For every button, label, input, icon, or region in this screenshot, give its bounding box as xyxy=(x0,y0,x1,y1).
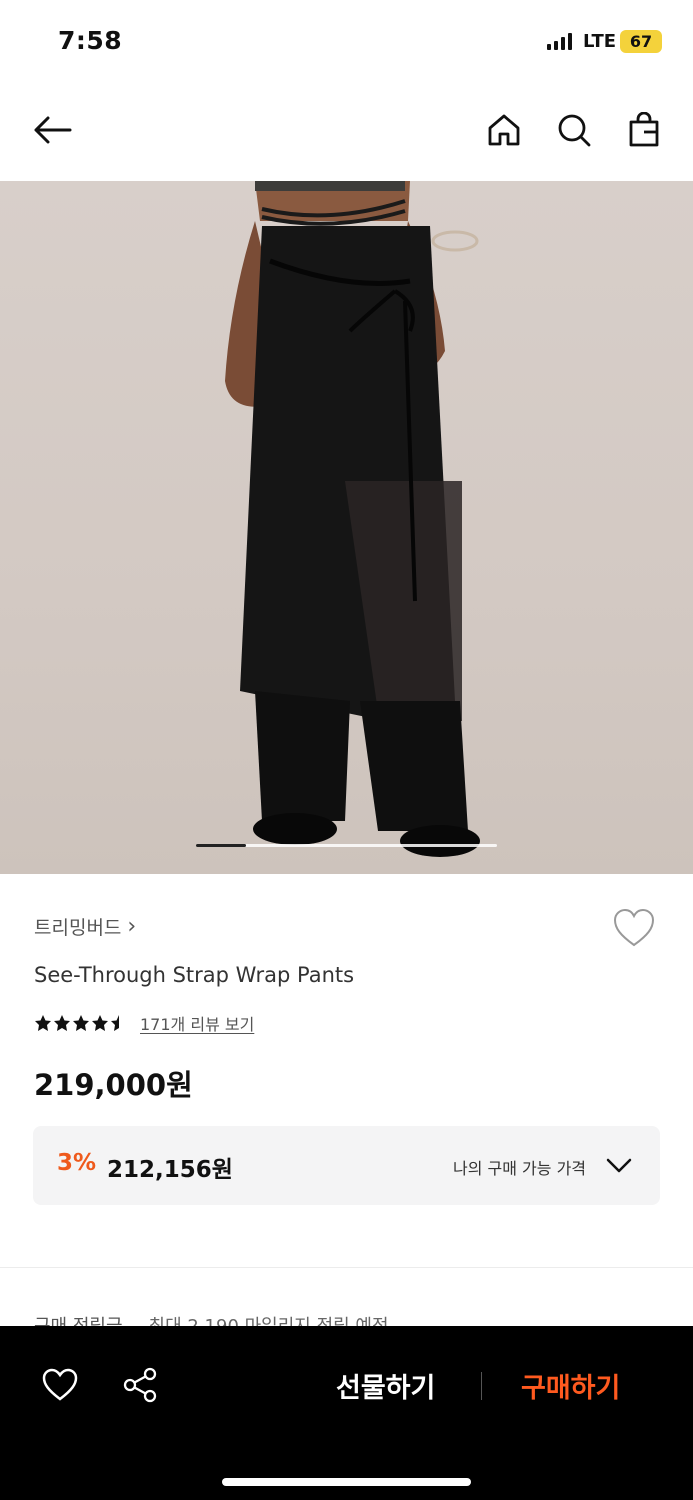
top-nav xyxy=(0,96,693,168)
discount-price: 212,156원 xyxy=(107,1157,233,1183)
my-price-label: 나의 구매 가능 가격 xyxy=(453,1159,587,1178)
battery-icon: 67 xyxy=(620,30,662,53)
button-separator xyxy=(481,1372,482,1400)
shopping-bag-icon[interactable] xyxy=(624,110,664,150)
brand-link[interactable]: 트리밍버드 › xyxy=(34,913,136,940)
signal-icon xyxy=(547,33,572,50)
network-label: LTE xyxy=(583,31,617,52)
product-photo-illustration xyxy=(225,181,480,857)
brand-name: 트리밍버드 xyxy=(34,917,122,939)
home-indicator xyxy=(222,1478,471,1486)
gallery-pager-thumb xyxy=(196,844,246,847)
chevron-down-icon xyxy=(606,1158,632,1173)
status-bar: 7:58 LTE 67 xyxy=(0,0,693,84)
discount-rate: 3% xyxy=(57,1150,97,1176)
product-price: 219,000원 xyxy=(34,1068,193,1102)
rating-row: 171개 리뷰 보기 xyxy=(34,1011,254,1035)
product-image[interactable] xyxy=(0,181,693,874)
share-icon[interactable] xyxy=(119,1364,161,1406)
my-price-dropdown[interactable]: 3% 212,156원 나의 구매 가능 가격 xyxy=(33,1126,660,1205)
buy-button[interactable]: 구매하기 xyxy=(521,1366,620,1405)
rating-stars xyxy=(34,1014,130,1032)
gift-button[interactable]: 선물하기 xyxy=(336,1366,435,1405)
search-icon[interactable] xyxy=(554,110,594,150)
gallery-pager xyxy=(196,844,497,847)
status-time: 7:58 xyxy=(58,26,123,55)
bottom-action-bar: 선물하기 구매하기 xyxy=(0,1326,693,1500)
section-divider xyxy=(0,1267,693,1268)
review-link[interactable]: 171개 리뷰 보기 xyxy=(140,1011,254,1035)
chevron-right-icon: › xyxy=(127,913,137,939)
star-rating-icon xyxy=(35,1015,119,1031)
home-icon[interactable] xyxy=(484,110,524,150)
wishlist-heart-icon[interactable] xyxy=(612,908,660,952)
heart-icon[interactable] xyxy=(39,1364,81,1406)
product-name: See-Through Strap Wrap Pants xyxy=(34,963,355,987)
back-icon[interactable] xyxy=(32,110,72,150)
